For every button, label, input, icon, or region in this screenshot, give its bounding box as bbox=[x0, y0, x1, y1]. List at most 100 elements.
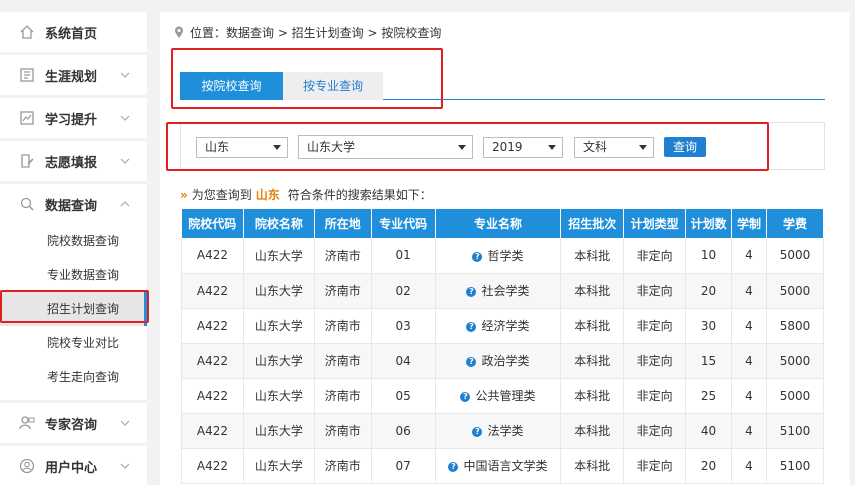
query-button[interactable]: 查询 bbox=[664, 137, 706, 157]
filter-bar: 山东 山东大学 2019 文科 查询 bbox=[180, 122, 825, 170]
chevron-down-icon bbox=[120, 72, 130, 78]
cell-value: A422 bbox=[196, 423, 229, 438]
table-cell: 01 bbox=[371, 238, 436, 274]
cell-value: 本科批 bbox=[574, 319, 611, 333]
province-select[interactable]: 山东 bbox=[196, 137, 288, 158]
table-cell: 本科批 bbox=[560, 308, 625, 344]
result-summary: » 为您查询到 山东 符合条件的搜索结果如下： bbox=[180, 186, 432, 203]
table-cell[interactable]: ? 公共管理类 bbox=[435, 378, 562, 414]
table-cell: 5000 bbox=[766, 343, 825, 379]
major-name: 社会学类 bbox=[481, 284, 530, 298]
cell-value: 山东大学 bbox=[254, 459, 303, 473]
major-name: 中国语言文学类 bbox=[463, 459, 548, 473]
nav-item-data-query[interactable]: 数据查询 bbox=[0, 184, 147, 224]
cell-value: 非定向 bbox=[636, 424, 673, 438]
school-select-value: 山东大学 bbox=[307, 140, 356, 154]
table-cell: 30 bbox=[685, 308, 733, 344]
column-header: 所在地 bbox=[314, 209, 372, 238]
cell-value: 济南市 bbox=[324, 389, 361, 403]
table-cell[interactable]: ? 中国语言文学类 bbox=[435, 448, 562, 484]
cell-value: 5000 bbox=[779, 353, 811, 368]
chevron-down-icon bbox=[120, 158, 130, 164]
nav-item-home[interactable]: 系统首页 bbox=[0, 12, 147, 52]
cell-value: 40 bbox=[700, 423, 717, 438]
cell-value: 非定向 bbox=[636, 354, 673, 368]
major-name: 政治学类 bbox=[481, 354, 530, 368]
table-cell: 山东大学 bbox=[243, 238, 315, 274]
nav-item-career[interactable]: 生涯规划 bbox=[0, 55, 147, 95]
table-cell: 本科批 bbox=[560, 378, 625, 414]
table-cell: 07 bbox=[371, 448, 436, 484]
column-header: 学制 bbox=[731, 209, 767, 238]
help-icon[interactable]: ? bbox=[448, 462, 459, 472]
table-cell: 02 bbox=[371, 273, 436, 309]
table-cell[interactable]: ? 法学类 bbox=[435, 413, 562, 449]
category-select[interactable]: 文科 bbox=[574, 137, 654, 158]
sub-item-major-data[interactable]: 专业数据查询 bbox=[0, 258, 147, 292]
result-province: 山东 bbox=[255, 188, 280, 202]
sub-item-enrollment-plan[interactable]: 招生计划查询 bbox=[0, 292, 147, 326]
table-cell: 非定向 bbox=[623, 413, 687, 449]
column-header: 学费 bbox=[766, 209, 825, 238]
table-row: A422 山东大学 济南市 05? 公共管理类 本科批 非定向 25 4 5000 bbox=[181, 378, 825, 414]
main-panel: 位置：数据查询 > 招生计划查询 > 按院校查询 按院校查询 按专业查询 山东 … bbox=[160, 12, 850, 485]
home-icon bbox=[18, 23, 36, 41]
help-icon[interactable]: ? bbox=[466, 287, 477, 297]
table-cell: 济南市 bbox=[314, 308, 372, 344]
tab-by-major[interactable]: 按专业查询 bbox=[283, 72, 383, 100]
table-cell: 5800 bbox=[766, 308, 825, 344]
table-cell: 非定向 bbox=[623, 238, 687, 274]
help-icon[interactable]: ? bbox=[472, 251, 483, 262]
table-body: A422 山东大学 济南市 01? 哲学类 本科批 非定向 10 4 5000 A422 山东大学 济南… bbox=[181, 238, 825, 484]
cell-value: 01 bbox=[395, 248, 411, 263]
nav-item-application[interactable]: 志愿填报 bbox=[0, 141, 147, 181]
column-header: 招生批次 bbox=[560, 209, 625, 238]
sub-item-school-major-compare[interactable]: 院校专业对比 bbox=[0, 326, 147, 360]
nav-item-user-center[interactable]: 用户中心 bbox=[0, 446, 147, 485]
table-cell: A422 bbox=[181, 308, 244, 344]
nav-label: 学习提升 bbox=[45, 112, 98, 128]
year-select-value: 2019 bbox=[492, 140, 523, 154]
cell-value: A422 bbox=[196, 248, 229, 263]
cell-value: 本科批 bbox=[574, 248, 611, 263]
nav-item-study[interactable]: 学习提升 bbox=[0, 98, 147, 138]
cell-value: 10 bbox=[700, 248, 717, 263]
chevron-up-icon bbox=[120, 201, 130, 207]
cell-value: 4 bbox=[745, 318, 753, 333]
table-cell[interactable]: ? 政治学类 bbox=[435, 343, 562, 379]
table-cell[interactable]: ? 经济学类 bbox=[435, 308, 562, 344]
table-cell: 山东大学 bbox=[243, 378, 315, 414]
column-header: 专业名称 bbox=[435, 209, 562, 238]
table-cell: 5000 bbox=[766, 378, 825, 414]
column-header: 院校代码 bbox=[181, 209, 244, 238]
help-icon[interactable]: ? bbox=[472, 427, 483, 437]
table-cell: 济南市 bbox=[314, 448, 372, 484]
sub-item-student-destination[interactable]: 考生走向查询 bbox=[0, 360, 147, 394]
cell-value: 5100 bbox=[779, 458, 811, 473]
table-cell: 本科批 bbox=[560, 273, 625, 309]
career-icon bbox=[18, 66, 36, 84]
table-cell: 非定向 bbox=[623, 343, 687, 379]
user-icon bbox=[18, 457, 36, 475]
help-icon[interactable]: ? bbox=[466, 357, 477, 367]
table-cell: 10 bbox=[685, 238, 733, 274]
cell-value: 济南市 bbox=[324, 319, 361, 333]
school-select[interactable]: 山东大学 bbox=[298, 135, 473, 159]
help-icon[interactable]: ? bbox=[460, 392, 471, 402]
table-cell: 4 bbox=[731, 238, 767, 274]
table-cell[interactable]: ? 社会学类 bbox=[435, 273, 562, 309]
major-name: 法学类 bbox=[487, 424, 524, 438]
help-icon[interactable]: ? bbox=[466, 322, 477, 332]
table-cell[interactable]: ? 哲学类 bbox=[435, 238, 562, 274]
arrow-marker-icon: » bbox=[180, 188, 188, 202]
tab-by-school[interactable]: 按院校查询 bbox=[180, 72, 283, 100]
year-select[interactable]: 2019 bbox=[483, 137, 563, 158]
nav-item-expert[interactable]: 专家咨询 bbox=[0, 403, 147, 443]
sub-item-school-data[interactable]: 院校数据查询 bbox=[0, 224, 147, 258]
table-cell: 03 bbox=[371, 308, 436, 344]
cell-value: 山东大学 bbox=[254, 424, 303, 438]
table-cell: 山东大学 bbox=[243, 448, 315, 484]
table-cell: A422 bbox=[181, 413, 244, 449]
cell-value: 4 bbox=[745, 248, 753, 263]
table-header-row: 院校代码 院校名称 所在地 专业代码 专业名称 招生批次 计划类型 计划数 学制 学费 bbox=[181, 209, 825, 238]
